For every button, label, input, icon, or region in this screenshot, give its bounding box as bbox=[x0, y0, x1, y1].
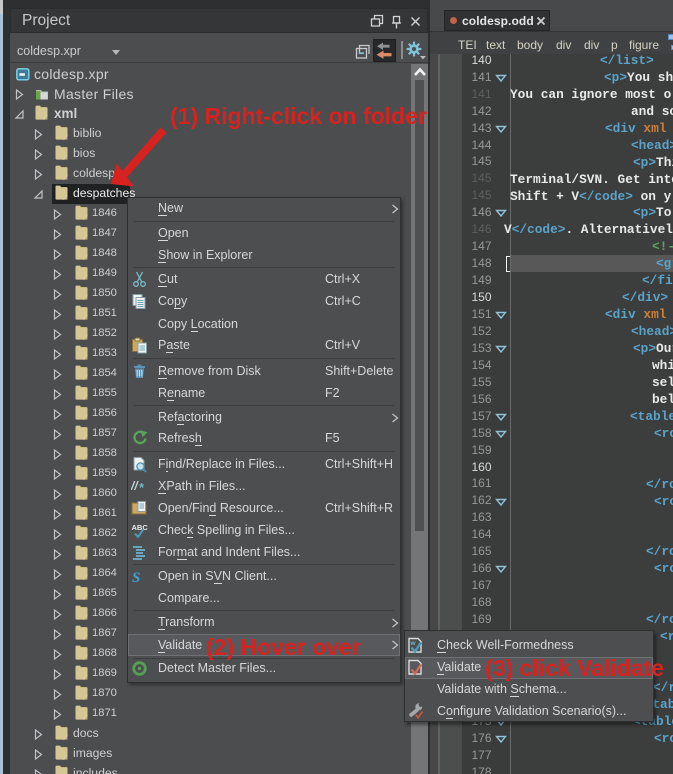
svg-text:S: S bbox=[132, 570, 140, 585]
svg-text:*: * bbox=[139, 480, 145, 495]
svg-text:w: w bbox=[410, 640, 417, 647]
svg-text:ABC: ABC bbox=[132, 523, 149, 532]
